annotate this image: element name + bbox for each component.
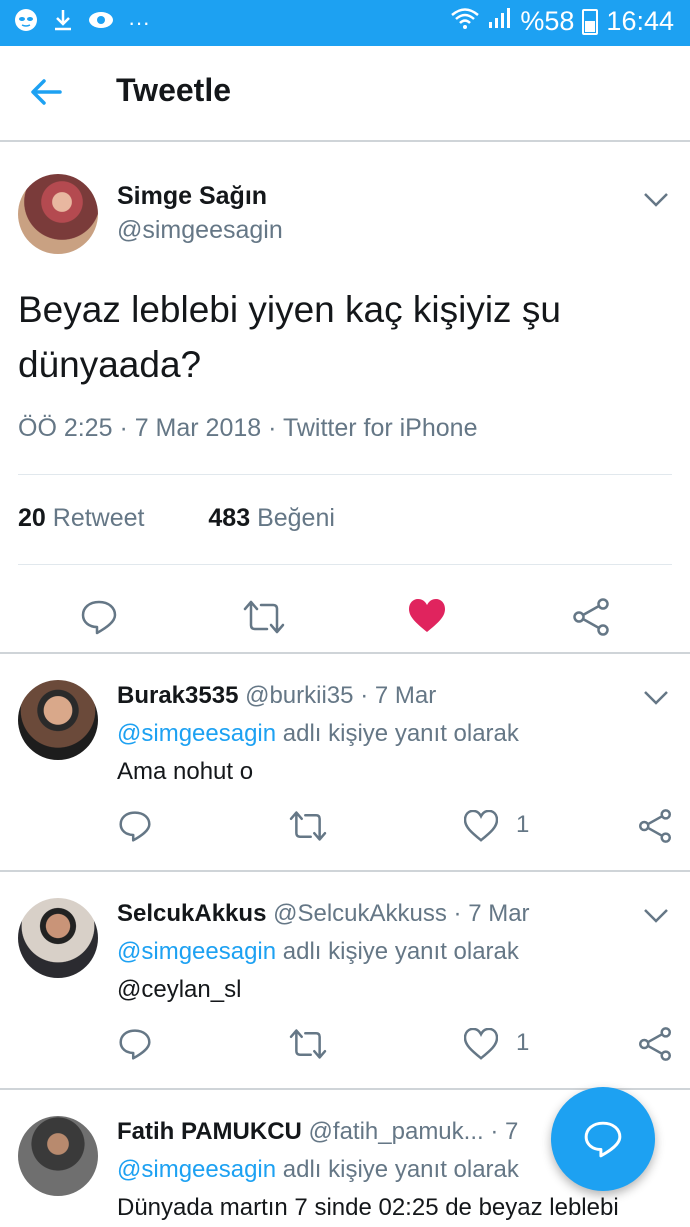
reply-icon[interactable] bbox=[118, 1027, 152, 1061]
reply-to-link[interactable]: @simgeesagin bbox=[117, 1156, 276, 1183]
reply-header: Fatih PAMUKCU @fatih_pamuk... · 7 bbox=[117, 1118, 518, 1146]
tweet-stats: 20 Retweet 483 Beğeni bbox=[18, 504, 335, 533]
status-bar: ··· %58 16:44 bbox=[0, 0, 690, 46]
like-count: 1 bbox=[516, 1029, 530, 1056]
tweet-meta: ÖÖ 2:25 · 7 Mar 2018 · Twitter for iPhon… bbox=[18, 414, 478, 442]
author-name[interactable]: Simge Sağın bbox=[117, 182, 267, 211]
tweet-text: Beyaz leblebi yiyen kaç kişiyiz şu dünya… bbox=[18, 289, 561, 385]
like-icon-filled[interactable] bbox=[408, 598, 446, 636]
retweet-stat[interactable]: 20 Retweet bbox=[18, 504, 144, 532]
retweet-icon[interactable] bbox=[289, 809, 327, 843]
share-icon[interactable] bbox=[638, 809, 672, 843]
tweet-date: · 7 Mar bbox=[453, 900, 530, 927]
reply-context: @simgeesagin adlı kişiye yanıt olarak bbox=[117, 938, 519, 965]
alien-icon bbox=[14, 8, 38, 38]
reply-header: Burak3535 @burkii35 · 7 Mar bbox=[117, 682, 436, 710]
chevron-down-icon[interactable] bbox=[643, 192, 669, 208]
author-handle[interactable]: @burkii35 bbox=[245, 682, 353, 709]
reply-icon[interactable] bbox=[118, 809, 152, 843]
battery-icon bbox=[582, 8, 599, 35]
avatar[interactable] bbox=[18, 898, 98, 978]
author-name[interactable]: Burak3535 bbox=[117, 682, 238, 709]
avatar[interactable] bbox=[18, 174, 98, 254]
chevron-down-icon[interactable] bbox=[643, 690, 669, 706]
reply-icon[interactable] bbox=[80, 598, 118, 636]
author-name[interactable]: Fatih PAMUKCU bbox=[117, 1118, 302, 1145]
reply-header: SelcukAkkus @SelcukAkkuss · 7 Mar bbox=[117, 900, 530, 928]
author-handle[interactable]: @simgeesagin bbox=[117, 216, 283, 245]
tweet-text: Ama nohut o bbox=[117, 758, 254, 785]
page-title: Tweetle bbox=[116, 72, 231, 108]
like-icon[interactable] bbox=[463, 809, 499, 844]
mention-link[interactable]: @ceylan_sl bbox=[117, 976, 241, 1004]
retweet-icon[interactable] bbox=[243, 598, 285, 636]
share-icon[interactable] bbox=[638, 1027, 672, 1061]
tweet-text: Dünyada martın 7 sinde 02:25 de beyaz le… bbox=[117, 1194, 619, 1221]
compose-reply-button[interactable] bbox=[551, 1087, 655, 1191]
divider bbox=[18, 564, 672, 565]
reply-to-link[interactable]: @simgeesagin bbox=[117, 938, 276, 965]
retweet-icon[interactable] bbox=[289, 1027, 327, 1061]
avatar[interactable] bbox=[18, 1116, 98, 1196]
chevron-down-icon[interactable] bbox=[643, 908, 669, 924]
share-icon[interactable] bbox=[572, 598, 610, 636]
reply-tweet[interactable]: Burak3535 @burkii35 · 7 Mar @simgeesagin… bbox=[0, 654, 690, 870]
like-stat[interactable]: 483 Beğeni bbox=[208, 504, 335, 532]
like-count: 1 bbox=[516, 811, 530, 838]
back-arrow-icon[interactable] bbox=[28, 74, 64, 110]
author-handle[interactable]: @SelcukAkkuss bbox=[273, 900, 447, 927]
author-handle[interactable]: @fatih_pamuk... bbox=[309, 1118, 484, 1145]
wifi-icon bbox=[450, 6, 480, 37]
divider bbox=[18, 474, 672, 475]
battery-percent: %58 bbox=[520, 6, 575, 36]
tweet-actions bbox=[0, 582, 690, 652]
like-icon[interactable] bbox=[463, 1027, 499, 1062]
reply-tweet[interactable]: SelcukAkkus @SelcukAkkuss · 7 Mar @simge… bbox=[0, 872, 690, 1088]
author-name[interactable]: SelcukAkkus bbox=[117, 900, 266, 927]
app-bar: Tweetle bbox=[0, 46, 690, 142]
tweet-date: · 7 bbox=[490, 1118, 519, 1145]
eye-icon bbox=[88, 10, 114, 36]
avatar[interactable] bbox=[18, 680, 98, 760]
more-notifications: ··· bbox=[128, 10, 150, 35]
reply-context: @simgeesagin adlı kişiye yanıt olarak bbox=[117, 1156, 519, 1183]
clock: 16:44 bbox=[606, 6, 674, 36]
tweet-date: · 7 Mar bbox=[360, 682, 437, 709]
reply-to-link[interactable]: @simgeesagin bbox=[117, 720, 276, 747]
reply-context: @simgeesagin adlı kişiye yanıt olarak bbox=[117, 720, 519, 747]
signal-icon bbox=[488, 6, 512, 37]
download-icon bbox=[52, 8, 74, 38]
